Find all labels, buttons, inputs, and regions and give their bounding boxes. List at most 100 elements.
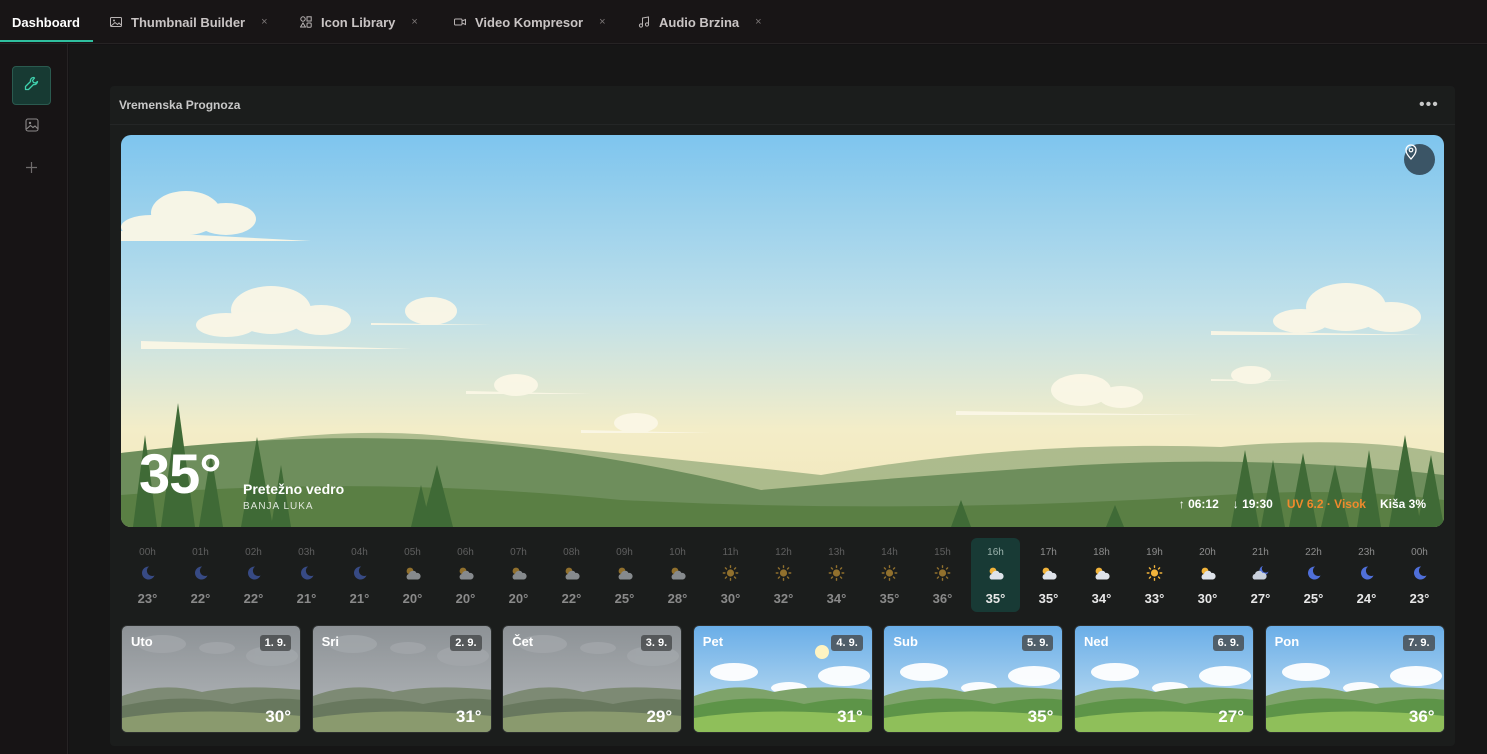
location-button[interactable]	[1404, 144, 1435, 175]
hour-temperature: 20°	[455, 591, 476, 606]
hour-temperature: 28°	[667, 591, 688, 606]
landscape-illustration	[121, 135, 1444, 527]
close-icon[interactable]: ×	[411, 16, 417, 28]
hour-label: 08h	[563, 547, 580, 558]
hour-temperature: 33°	[1144, 591, 1165, 606]
rail-tools-button[interactable]	[12, 66, 51, 105]
sun-icon	[721, 565, 740, 581]
hourly-item[interactable]: 11h 30°	[706, 538, 755, 612]
hourly-item[interactable]: 01h 22°	[176, 538, 225, 612]
close-icon[interactable]: ×	[599, 16, 605, 28]
hourly-item[interactable]: 00h 23°	[123, 538, 172, 612]
cloud-sun-icon	[403, 565, 422, 581]
hour-label: 11h	[722, 547, 739, 558]
cloud-sun-icon	[562, 565, 581, 581]
day-card[interactable]: Čet 3. 9. 29°	[502, 625, 683, 733]
video-icon	[454, 16, 466, 28]
daily-forecast: Uto 1. 9. 30° Sri 2. 9. 31° Čet 3. 9. 29° Pet 4. 9…	[121, 625, 1445, 733]
hourly-item[interactable]: 23h 24°	[1342, 538, 1391, 612]
rail-images-button[interactable]	[12, 108, 51, 147]
day-name: Ned	[1084, 634, 1109, 649]
hourly-item[interactable]: 02h 22°	[229, 538, 278, 612]
hour-label: 06h	[457, 547, 474, 558]
moon-icon	[191, 565, 210, 581]
sun-icon	[1145, 565, 1164, 581]
cloud-sun-icon	[615, 565, 634, 581]
hourly-item[interactable]: 10h 28°	[653, 538, 702, 612]
day-date: 6. 9.	[1212, 635, 1244, 651]
uv-index: UV 6.2 · Visok	[1286, 497, 1366, 511]
hour-label: 14h	[881, 547, 898, 558]
cloud-moon-icon	[1251, 565, 1270, 581]
hourly-item[interactable]: 22h 25°	[1289, 538, 1338, 612]
hourly-item[interactable]: 18h 34°	[1077, 538, 1126, 612]
hour-label: 04h	[351, 547, 368, 558]
close-icon[interactable]: ×	[755, 16, 761, 28]
day-temperature: 35°	[1027, 707, 1054, 726]
hourly-item[interactable]: 07h 20°	[494, 538, 543, 612]
day-card[interactable]: Uto 1. 9. 30°	[121, 625, 301, 733]
tab-thumbnail-builder[interactable]: Thumbnail Builder ×	[110, 0, 268, 44]
panel-title: Vremenska Prognoza	[119, 98, 241, 112]
weather-hero: 35° Pretežno vedro BANJA LUKA ↑ 06:12 ↓ …	[121, 135, 1444, 527]
hour-temperature: 24°	[1356, 591, 1377, 606]
hour-label: 02h	[245, 547, 262, 558]
tab-icon-library[interactable]: Icon Library ×	[300, 0, 418, 44]
day-name: Sub	[893, 634, 918, 649]
moon-icon	[1304, 565, 1323, 581]
hour-label: 09h	[616, 547, 633, 558]
day-card[interactable]: Pet 4. 9. 31°	[692, 625, 873, 733]
image-icon	[24, 118, 39, 137]
hour-temperature: 27°	[1250, 591, 1271, 606]
day-temperature: 29°	[646, 707, 673, 726]
moon-icon	[138, 565, 157, 581]
hour-temperature: 35°	[1038, 591, 1059, 606]
hourly-item[interactable]: 03h 21°	[282, 538, 331, 612]
hour-temperature: 20°	[402, 591, 423, 606]
hourly-item[interactable]: 20h 30°	[1183, 538, 1232, 612]
tab-label: Thumbnail Builder	[131, 14, 246, 30]
rain-chance: Kiša 3%	[1379, 497, 1426, 511]
hourly-item[interactable]: 17h 35°	[1024, 538, 1073, 612]
plus-icon	[25, 161, 38, 179]
hour-temperature: 22°	[243, 591, 264, 606]
hour-label: 17h	[1040, 547, 1057, 558]
hour-temperature: 35°	[879, 591, 900, 606]
tab-label: Audio Brzina	[659, 14, 740, 30]
more-options-button[interactable]: •••	[1419, 96, 1439, 114]
hour-label: 12h	[775, 547, 792, 558]
hour-temperature: 32°	[773, 591, 794, 606]
day-card[interactable]: Ned 6. 9. 27°	[1074, 625, 1254, 733]
day-card[interactable]: Sub 5. 9. 35°	[883, 625, 1064, 733]
day-temperature: 31°	[837, 707, 863, 726]
tab-dashboard[interactable]: Dashboard	[12, 0, 80, 44]
hourly-item[interactable]: 21h 27°	[1236, 538, 1285, 612]
hero-stats: ↑ 06:12 ↓ 19:30 UV 6.2 · Visok Kiša 3%	[1179, 497, 1426, 511]
hour-temperature: 23°	[1409, 591, 1430, 606]
hourly-item[interactable]: 19h 33°	[1130, 538, 1179, 612]
hourly-item[interactable]: 16h 35°	[971, 538, 1020, 612]
rail-add-button[interactable]	[12, 150, 51, 189]
close-icon[interactable]: ×	[261, 16, 267, 28]
cloud-sun-icon	[668, 565, 687, 581]
day-date: 4. 9.	[831, 635, 863, 651]
hourly-item[interactable]: 14h 35°	[865, 538, 914, 612]
hourly-item[interactable]: 09h 25°	[600, 538, 649, 612]
day-card[interactable]: Pon 7. 9. 36°	[1264, 625, 1445, 733]
hourly-item[interactable]: 04h 21°	[335, 538, 384, 612]
hourly-item[interactable]: 13h 34°	[812, 538, 861, 612]
moon-icon	[350, 565, 369, 581]
hourly-item[interactable]: 05h 20°	[388, 538, 437, 612]
tab-label: Icon Library	[321, 14, 396, 30]
sun-icon	[933, 565, 952, 581]
tab-video-kompresor[interactable]: Video Kompresor ×	[454, 0, 606, 44]
tab-audio-brzina[interactable]: Audio Brzina ×	[638, 0, 762, 44]
hourly-item[interactable]: 06h 20°	[441, 538, 490, 612]
hourly-item[interactable]: 00h 23°	[1395, 538, 1444, 612]
sun-icon	[827, 565, 846, 581]
day-card[interactable]: Sri 2. 9. 31°	[311, 625, 492, 733]
moon-icon	[297, 565, 316, 581]
hourly-item[interactable]: 15h 36°	[918, 538, 967, 612]
hourly-item[interactable]: 12h 32°	[759, 538, 808, 612]
hourly-item[interactable]: 08h 22°	[547, 538, 596, 612]
